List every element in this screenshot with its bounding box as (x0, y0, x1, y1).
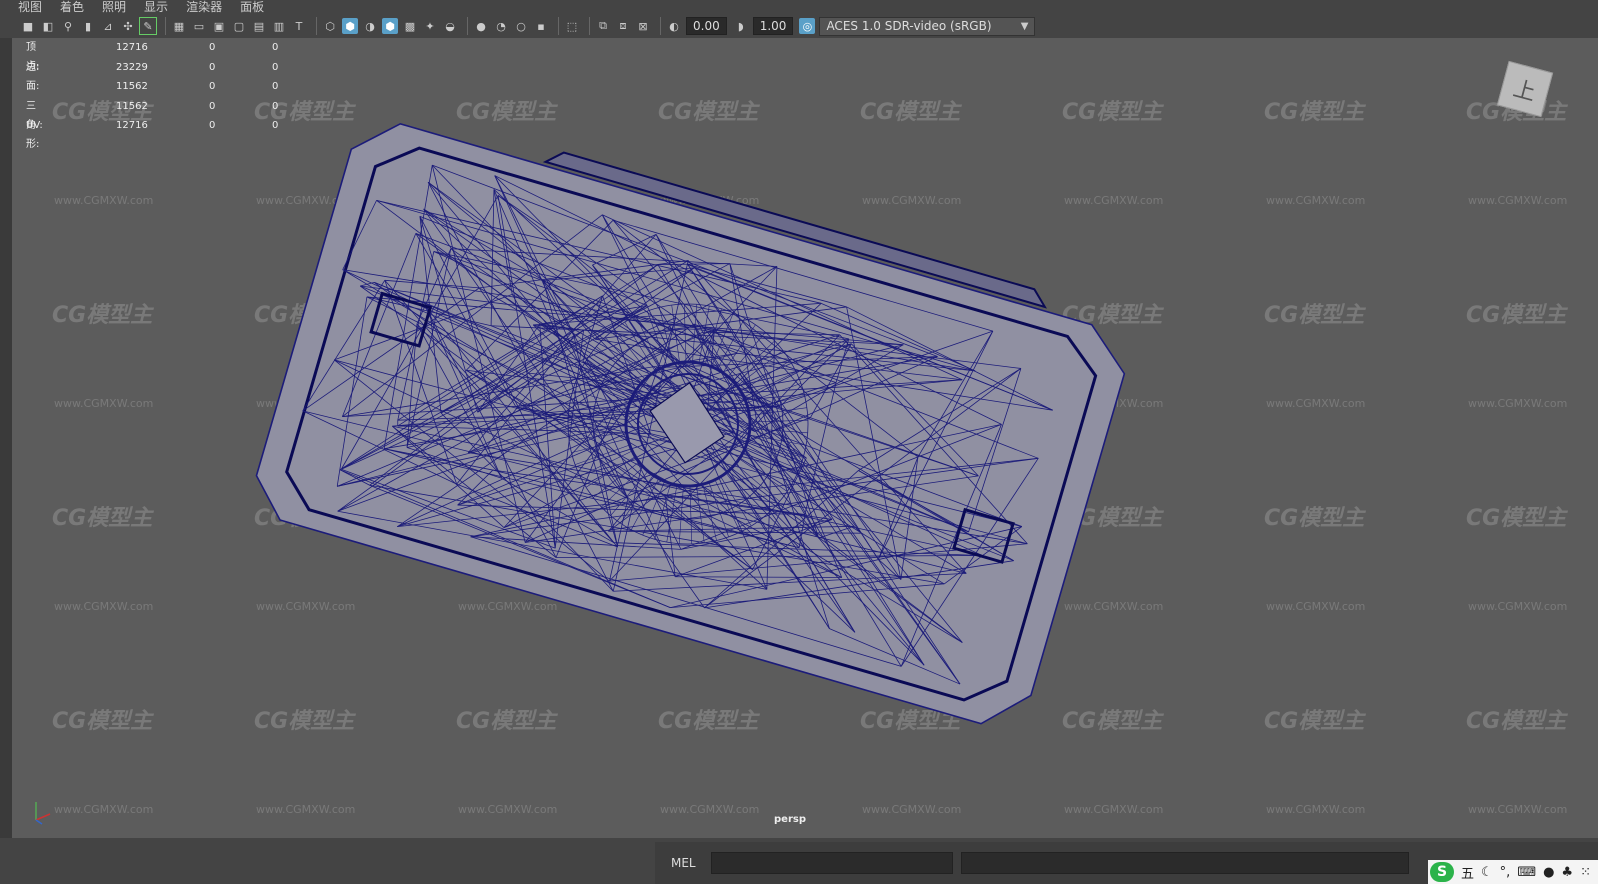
punctuation-icon[interactable]: °, (1500, 865, 1511, 880)
wireframe-icon[interactable]: ⬡ (322, 18, 338, 34)
separator (589, 17, 590, 35)
menu-view[interactable]: 视图 (18, 0, 42, 14)
text-icon[interactable]: T (291, 18, 307, 34)
left-panel-edge (0, 38, 12, 838)
depth-of-field-icon[interactable]: ▪ (533, 18, 549, 34)
command-result-field (961, 852, 1409, 874)
wireframe-mesh[interactable] (12, 38, 1598, 838)
camera-attr-icon[interactable]: ◧ (40, 18, 56, 34)
ime-toolbar: S 五 ☾ °, ⌨ ● ♣ ⁙ (1428, 860, 1598, 884)
user-icon[interactable]: ● (1543, 865, 1554, 880)
camera-lock-icon[interactable]: ⚲ (60, 18, 76, 34)
isolate-select-icon[interactable]: ⬚ (564, 18, 580, 34)
separator (467, 17, 468, 35)
viewport-3d[interactable]: CG模型主 www.CGMXW.com CG模型主 www.CGMXW.com CG模型… (12, 38, 1598, 838)
color-space-dropdown[interactable]: ACES 1.0 SDR-video (sRGB) ▼ (819, 16, 1036, 36)
color-space-label: ACES 1.0 SDR-video (sRGB) (826, 19, 992, 33)
separator (660, 17, 661, 35)
menu-shading[interactable]: 着色 (60, 0, 84, 14)
ambient-occlusion-icon[interactable]: ● (473, 18, 489, 34)
shirt-icon[interactable]: ♣ (1561, 865, 1573, 880)
field-chart-icon[interactable]: ▢ (231, 18, 247, 34)
axis-gizmo-icon (35, 802, 51, 825)
separator (165, 17, 166, 35)
xray-icon[interactable]: ⧉ (595, 18, 611, 34)
mel-language-toggle[interactable]: MEL (671, 856, 705, 870)
multisample-icon[interactable]: ○ (513, 18, 529, 34)
resolution-gate-icon[interactable]: ▣ (211, 18, 227, 34)
view-cube-face-label: 上 (1510, 76, 1539, 107)
image-plane-icon[interactable]: ⊿ (100, 18, 116, 34)
exposure-field[interactable]: 0.00 (686, 17, 727, 35)
use-all-lights-icon[interactable]: ✦ (422, 18, 438, 34)
gamma-icon[interactable]: ◗ (733, 18, 749, 34)
menu-renderer[interactable]: 渲染器 (186, 0, 222, 14)
bookmark-icon[interactable]: ▮ (80, 18, 96, 34)
separator (316, 17, 317, 35)
safe-title-icon[interactable]: ▥ (271, 18, 287, 34)
camera-name-label: persp (774, 814, 806, 825)
shadows-icon[interactable]: ◒ (442, 18, 458, 34)
menu-panels[interactable]: 面板 (240, 0, 264, 14)
textured-icon[interactable]: ▩ (402, 18, 418, 34)
grid-icon[interactable]: ▦ (171, 18, 187, 34)
grid-menu-icon[interactable]: ⁙ (1580, 865, 1591, 880)
gamma-field[interactable]: 1.00 (752, 17, 794, 35)
chevron-down-icon: ▼ (1020, 20, 1029, 32)
bottom-bar: MEL (0, 838, 1598, 884)
grease-pencil-icon[interactable]: ✎ (139, 17, 157, 35)
panel-toolbar: ■ ◧ ⚲ ▮ ⊿ ✣ ✎ ▦ ▭ ▣ ▢ ▤ ▥ T ⬡ ⬢ ◑ ⬢ ▩ ✦ … (0, 14, 1598, 38)
safe-action-icon[interactable]: ▤ (251, 18, 267, 34)
xray-joints-icon[interactable]: ⧈ (615, 18, 631, 34)
menu-bar: 视图 着色 照明 显示 渲染器 面板 (0, 0, 1598, 14)
snap-icon[interactable]: ✣ (120, 18, 136, 34)
menu-lighting[interactable]: 照明 (102, 0, 126, 14)
exposure-icon[interactable]: ◐ (666, 18, 682, 34)
keyboard-icon[interactable]: ⌨ (1517, 865, 1536, 880)
film-gate-icon[interactable]: ▭ (191, 18, 207, 34)
motion-blur-icon[interactable]: ◔ (493, 18, 509, 34)
color-management-icon[interactable]: ◎ (799, 18, 816, 34)
ime-mode-label[interactable]: 五 (1461, 863, 1474, 882)
default-material-icon[interactable]: ◑ (362, 18, 378, 34)
moon-icon[interactable]: ☾ (1481, 865, 1493, 880)
menu-show[interactable]: 显示 (144, 0, 168, 14)
camera-icon[interactable]: ■ (20, 18, 36, 34)
command-input[interactable] (711, 852, 953, 874)
smooth-shade-icon[interactable]: ⬢ (342, 18, 358, 34)
xray-components-icon[interactable]: ⊠ (635, 18, 651, 34)
ime-logo-icon[interactable]: S (1430, 862, 1454, 882)
wireframe-on-shaded-icon[interactable]: ⬢ (382, 18, 398, 34)
separator (558, 17, 559, 35)
